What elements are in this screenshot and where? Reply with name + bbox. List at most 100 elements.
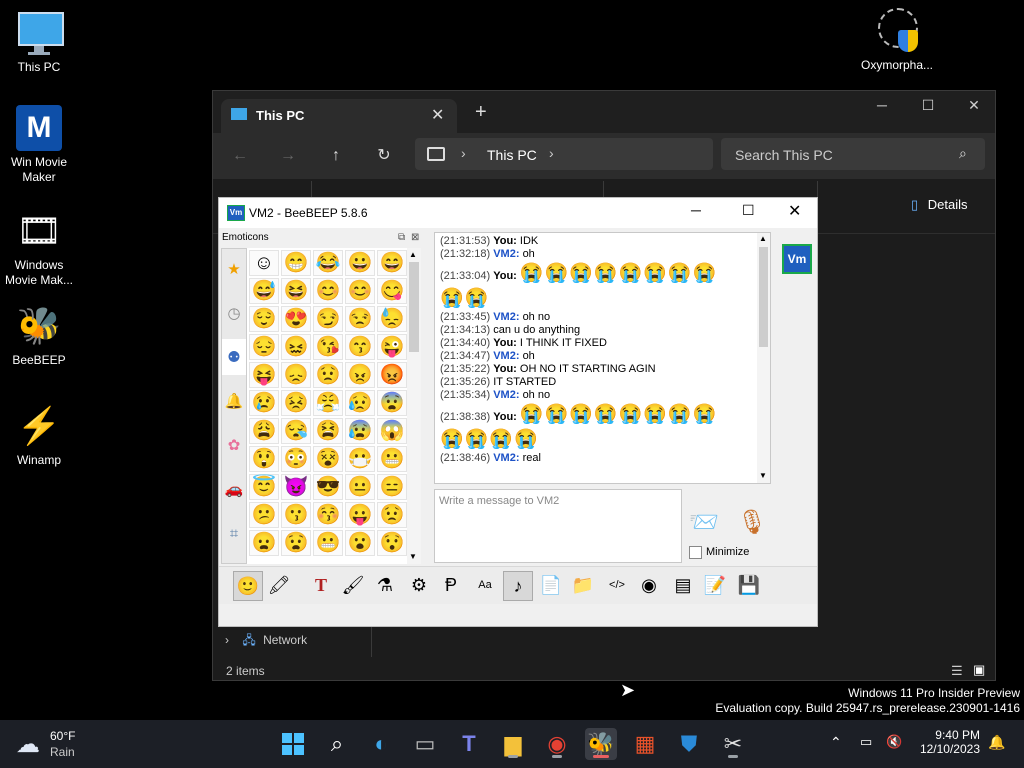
emoticon-cell[interactable]: 😎 — [313, 474, 343, 500]
scroll-up-icon[interactable]: ▲ — [409, 250, 417, 259]
emoticon-cell[interactable]: 😬 — [313, 530, 343, 556]
details-button[interactable]: ▯ Details — [911, 197, 968, 213]
emoticon-cell[interactable]: 😮 — [345, 530, 375, 556]
emoticon-cell[interactable]: 😛 — [345, 502, 375, 528]
emoticon-cell[interactable]: 😈 — [281, 474, 311, 500]
emoticon-cell[interactable]: 😱 — [377, 418, 407, 444]
emoticon-cell[interactable]: 😗 — [281, 502, 311, 528]
spellcheck-icon[interactable]: Ᵽ — [437, 571, 465, 599]
star-icon[interactable]: ★ — [222, 251, 246, 287]
emoticon-cell[interactable]: 😬 — [377, 446, 407, 472]
search-input[interactable]: Search This PC — [735, 147, 833, 163]
emoticon-cell[interactable]: 😷 — [345, 446, 375, 472]
scroll-thumb[interactable] — [409, 262, 419, 352]
desktop-icon-this-pc[interactable]: This PC — [1, 10, 77, 75]
address-bar[interactable]: › This PC › — [415, 138, 713, 170]
emoticon-cell[interactable]: 😵 — [313, 446, 343, 472]
nav-item-network[interactable]: › 🖧 Network — [225, 631, 307, 652]
emoticon-cell[interactable]: 😇 — [249, 474, 279, 500]
minimize-checkbox[interactable] — [689, 546, 702, 559]
chrome-icon[interactable]: ◉ — [541, 728, 573, 760]
emoticon-cell[interactable]: 😫 — [313, 418, 343, 444]
bell-icon[interactable]: 🔔 — [222, 383, 246, 419]
beebeep-taskbar-icon[interactable]: 🐝 — [585, 728, 617, 760]
close-panel-icon[interactable]: ⊠ — [411, 232, 419, 243]
breadcrumb[interactable]: This PC — [487, 147, 537, 163]
tiles-view-icon[interactable]: ▣ — [973, 662, 985, 678]
scroll-down-icon[interactable]: ▼ — [759, 471, 767, 480]
symbols-icon[interactable]: ⌗ — [222, 515, 246, 551]
emoticon-cell[interactable]: 😕 — [249, 502, 279, 528]
user-avatar[interactable]: Vm — [782, 244, 812, 274]
emoticon-cell[interactable]: 😢 — [249, 390, 279, 416]
screenshot-icon[interactable]: ◉ — [635, 571, 663, 599]
scroll-thumb[interactable] — [759, 247, 768, 347]
emoticon-cell[interactable]: 😁 — [281, 250, 311, 276]
desktop-icon-winamp[interactable]: ⚡ Winamp — [1, 403, 77, 468]
task-view-icon[interactable]: ▭ — [409, 728, 441, 760]
emoticon-cell[interactable]: 😲 — [249, 446, 279, 472]
emoticon-cell[interactable]: 😟 — [313, 362, 343, 388]
color-picker-icon[interactable]: 🖌 — [339, 571, 367, 599]
emoticon-cell[interactable]: 😊 — [345, 278, 375, 304]
word-completer-icon[interactable]: Aa — [471, 571, 499, 599]
edge-beta-icon[interactable]: ◐ — [365, 728, 397, 760]
send-icon[interactable]: 📨 — [689, 508, 719, 537]
close-window-button[interactable]: ✕ — [951, 91, 997, 119]
notes-icon[interactable]: 📝 — [701, 571, 729, 599]
start-button[interactable] — [277, 728, 309, 760]
emoticon-cell[interactable]: ☺ — [249, 250, 279, 276]
emoticon-cell[interactable]: 😠 — [345, 362, 375, 388]
list-view-icon[interactable]: ☰ — [951, 663, 963, 679]
emoticon-cell[interactable]: 😝 — [249, 362, 279, 388]
emoticon-cell[interactable]: 😊 — [313, 278, 343, 304]
security-shield-icon[interactable]: ⛊ — [673, 728, 705, 760]
minimize-button[interactable]: ─ — [691, 202, 701, 218]
close-tab-icon[interactable]: ✕ — [431, 105, 444, 125]
maximize-window-button[interactable]: ☐ — [905, 91, 951, 119]
emoticon-cell[interactable]: 😧 — [281, 530, 311, 556]
music-note-icon[interactable]: ♪ — [503, 571, 533, 601]
people-icon[interactable]: ⚉ — [222, 339, 246, 375]
emoticon-cell[interactable]: 😔 — [249, 334, 279, 360]
emoticon-cell[interactable]: 😥 — [345, 390, 375, 416]
maximize-button[interactable]: ☐ — [742, 202, 755, 219]
scroll-up-icon[interactable]: ▲ — [759, 234, 767, 243]
refresh-icon[interactable]: ↻ — [369, 142, 399, 170]
teams-icon[interactable]: T — [453, 728, 485, 760]
emoticon-cell[interactable]: 😍 — [281, 306, 311, 332]
emoticon-cell[interactable]: 😞 — [281, 362, 311, 388]
snipping-tool-icon[interactable]: ✂ — [717, 728, 749, 760]
send-file-icon[interactable]: 📄 — [537, 571, 565, 599]
emoticon-cell[interactable]: 😤 — [313, 390, 343, 416]
emoticon-cell[interactable]: 😂 — [313, 250, 343, 276]
emoticon-cell[interactable]: 😑 — [377, 474, 407, 500]
emoticon-cell[interactable]: 😘 — [313, 334, 343, 360]
emoticon-cell[interactable]: 😖 — [281, 334, 311, 360]
undock-icon[interactable]: ⧉ — [398, 232, 405, 243]
emoticon-cell[interactable]: 😩 — [249, 418, 279, 444]
emoticon-cell[interactable]: 😏 — [313, 306, 343, 332]
volume-muted-icon[interactable]: 🔇 — [886, 734, 902, 750]
send-folder-icon[interactable]: 📁 — [569, 571, 597, 599]
microphone-icon[interactable]: 🎙 — [737, 508, 767, 537]
highlighter-icon[interactable]: 🖍 — [265, 571, 293, 599]
close-button[interactable]: ✕ — [788, 201, 801, 221]
scroll-down-icon[interactable]: ▼ — [409, 552, 417, 561]
car-icon[interactable]: 🚗 — [222, 471, 246, 507]
chevron-up-icon[interactable]: ⌃ — [830, 734, 842, 751]
emoticon-cell[interactable]: 😙 — [345, 334, 375, 360]
save-chat-icon[interactable]: 💾 — [735, 571, 763, 599]
filter-icon[interactable]: ⚗ — [371, 571, 399, 599]
settings-gear-icon[interactable]: ⚙ — [405, 571, 433, 599]
notification-bell-icon[interactable]: 🔔 — [988, 734, 1005, 751]
emoticon-cell[interactable]: 😚 — [313, 502, 343, 528]
emoticon-cell[interactable]: 😌 — [249, 306, 279, 332]
clear-history-icon[interactable]: ▤ — [669, 571, 697, 599]
emoticon-cell[interactable]: 😋 — [377, 278, 407, 304]
emoticon-cell[interactable]: 😦 — [249, 530, 279, 556]
desktop-icon-oxymorpha[interactable]: Oxymorpha... — [858, 8, 936, 73]
beebeep-window[interactable]: Vm VM2 - BeeBEEP 5.8.6 ─ ☐ ✕ Emoticons ⧉… — [218, 197, 818, 627]
search-box[interactable]: Search This PC ⌕ — [721, 138, 985, 170]
chat-scrollbar[interactable]: ▲ ▼ — [757, 233, 770, 483]
